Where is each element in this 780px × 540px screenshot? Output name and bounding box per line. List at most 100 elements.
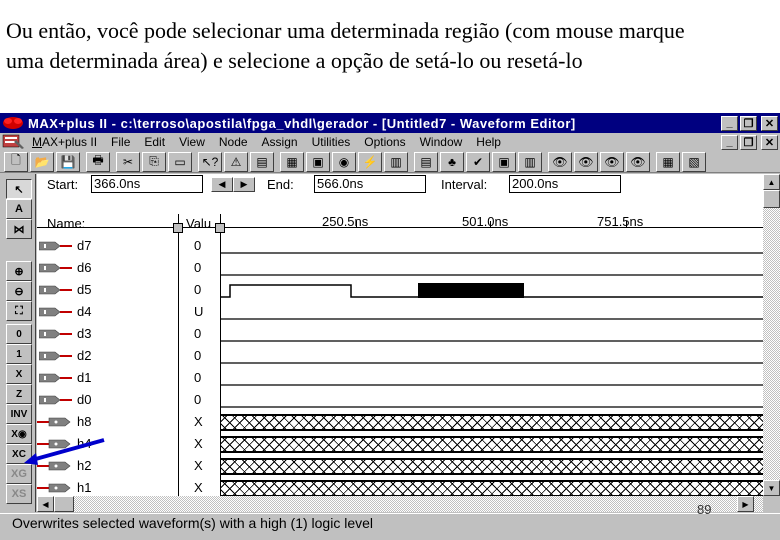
restore-button[interactable]: ❐ (740, 115, 757, 131)
invert-button[interactable]: INV (6, 404, 32, 424)
doc-restore-button[interactable]: ❐ (740, 134, 757, 150)
waveform[interactable] (221, 323, 763, 345)
waveform[interactable] (221, 389, 763, 411)
zoom-out-button[interactable]: ⊖ (6, 281, 32, 301)
input-pin-icon (39, 307, 72, 317)
menu-window[interactable]: Window (420, 135, 463, 149)
horizontal-scroll-thumb[interactable] (54, 496, 74, 512)
next-transition-button[interactable]: ▶ (233, 177, 255, 192)
waveform[interactable] (221, 301, 763, 323)
menu-maxplus[interactable]: MAX+plus II (32, 135, 97, 149)
column-resize-handle[interactable] (215, 223, 225, 233)
signal-name: h1 (77, 480, 92, 495)
menu-utilities[interactable]: Utilities (312, 135, 351, 149)
save-and-simulate-button[interactable]: ▥ (518, 151, 542, 172)
find-pin-button[interactable]: 👁 (626, 151, 650, 172)
save-file-button[interactable]: 💾 (56, 151, 80, 172)
scroll-right-button[interactable]: ▶ (737, 496, 754, 512)
interval-field[interactable]: 200.0ns (509, 175, 621, 193)
time-tick-label: 751.5ns (597, 214, 644, 229)
scroll-left-button[interactable]: ◀ (37, 496, 54, 512)
fit-in-window-button[interactable]: ⛶ (6, 301, 32, 321)
menu-node[interactable]: Node (219, 135, 248, 149)
document-icon[interactable] (2, 134, 26, 150)
menu-view[interactable]: View (179, 135, 205, 149)
menu-file[interactable]: File (111, 135, 130, 149)
waveform[interactable] (221, 367, 763, 389)
waveform-unknown[interactable] (221, 480, 763, 497)
zoom-in-button[interactable]: ⊕ (6, 261, 32, 281)
signal-row[interactable]: d1 0 (37, 367, 763, 389)
new-file-button[interactable]: 🗋 (4, 151, 28, 172)
project-hierarchy-button[interactable]: ♣ (440, 151, 464, 172)
project-set-button[interactable]: ▤ (414, 151, 438, 172)
end-time-field[interactable]: 566.0ns (314, 175, 426, 193)
find-node-ra-button[interactable]: 👁 (574, 151, 598, 172)
doc-close-button[interactable]: ✕ (761, 134, 778, 150)
doc-minimize-button[interactable]: _ (721, 134, 738, 150)
timing-analyzer-button[interactable]: ⚡ (358, 151, 382, 172)
menu-help[interactable]: Help (476, 135, 501, 149)
cut-icon: ✂ (122, 154, 134, 169)
signal-row[interactable]: d2 0 (37, 345, 763, 367)
compiler-button[interactable]: ▣ (306, 151, 330, 172)
signal-row[interactable]: d5 0 (37, 279, 763, 301)
waveform-editing-tool-button[interactable]: ⋈ (6, 219, 32, 239)
text-tool-button[interactable]: A (6, 199, 32, 219)
signal-row[interactable]: d7 0 (37, 235, 763, 257)
menu-options[interactable]: Options (364, 135, 405, 149)
timing-analyzer-icon: ⚡ (362, 154, 378, 169)
start-time-field[interactable]: 366.0ns (91, 175, 203, 193)
floorplan-editor-button[interactable]: ▦ (280, 151, 304, 172)
open-file-button[interactable]: 📂 (30, 151, 54, 172)
cascade-button[interactable]: ▧ (682, 151, 706, 172)
context-help-button[interactable]: ↖? (198, 151, 222, 172)
waveform-unknown[interactable] (221, 436, 763, 453)
programmer-button[interactable]: ▥ (384, 151, 408, 172)
column-resize-handle[interactable] (173, 223, 183, 233)
overwrite-state-button[interactable]: XS (6, 484, 32, 504)
selection-tool-button[interactable]: ↖ (6, 179, 32, 199)
paste-button[interactable]: ▭ (168, 151, 192, 172)
signal-row[interactable]: d6 0 (37, 257, 763, 279)
forcing-low-0-button[interactable]: 0 (6, 324, 32, 344)
signal-value: 0 (194, 282, 202, 297)
signal-row[interactable]: d4 U (37, 301, 763, 323)
signal-row[interactable]: d0 0 (37, 389, 763, 411)
vertical-scroll-thumb[interactable] (763, 190, 780, 208)
high-impedance-z-button[interactable]: Z (6, 384, 32, 404)
dont-care-x-button[interactable]: X (6, 364, 32, 384)
save-and-compile-button[interactable]: ▣ (492, 151, 516, 172)
forcing-high-1-button[interactable]: 1 (6, 344, 32, 364)
scroll-down-button[interactable]: ▼ (763, 480, 780, 496)
waveform[interactable] (221, 345, 763, 367)
scroll-up-button[interactable]: ▲ (763, 174, 780, 190)
waveform[interactable] (221, 279, 763, 301)
signal-row[interactable]: h4X (37, 433, 763, 455)
copy-button[interactable]: ⎘ (142, 151, 166, 172)
input-pin-icon (39, 395, 72, 405)
find-connection-button[interactable]: 👁 (600, 151, 624, 172)
menu-assign[interactable]: Assign (262, 135, 298, 149)
hierarchy-display-button[interactable]: ▤ (250, 151, 274, 172)
menu-edit[interactable]: Edit (144, 135, 165, 149)
find-node-a-button[interactable]: 👁 (548, 151, 572, 172)
minimize-button[interactable]: _ (721, 115, 738, 131)
signal-row[interactable]: d3 0 (37, 323, 763, 345)
waveform[interactable] (221, 257, 763, 279)
waveform[interactable] (221, 235, 763, 257)
waveform-unknown[interactable] (221, 458, 763, 475)
simulator-button[interactable]: ◉ (332, 151, 356, 172)
horizontal-scrollbar[interactable]: ◀ ▶ (37, 496, 763, 512)
print-button[interactable]: 🖶 (86, 151, 110, 172)
vertical-scrollbar[interactable]: ▲ ▼ (763, 174, 780, 496)
save-and-check-button[interactable]: ✔ (466, 151, 490, 172)
previous-transition-button[interactable]: ◀ (211, 177, 233, 192)
close-button[interactable]: ✕ (761, 115, 778, 131)
waveform-unknown[interactable] (221, 414, 763, 431)
messages-button[interactable]: ⚠ (224, 151, 248, 172)
signal-row[interactable]: h8 X (37, 411, 763, 433)
cut-button[interactable]: ✂ (116, 151, 140, 172)
tile-button[interactable]: ▦ (656, 151, 680, 172)
signal-row[interactable]: h2 X (37, 455, 763, 477)
